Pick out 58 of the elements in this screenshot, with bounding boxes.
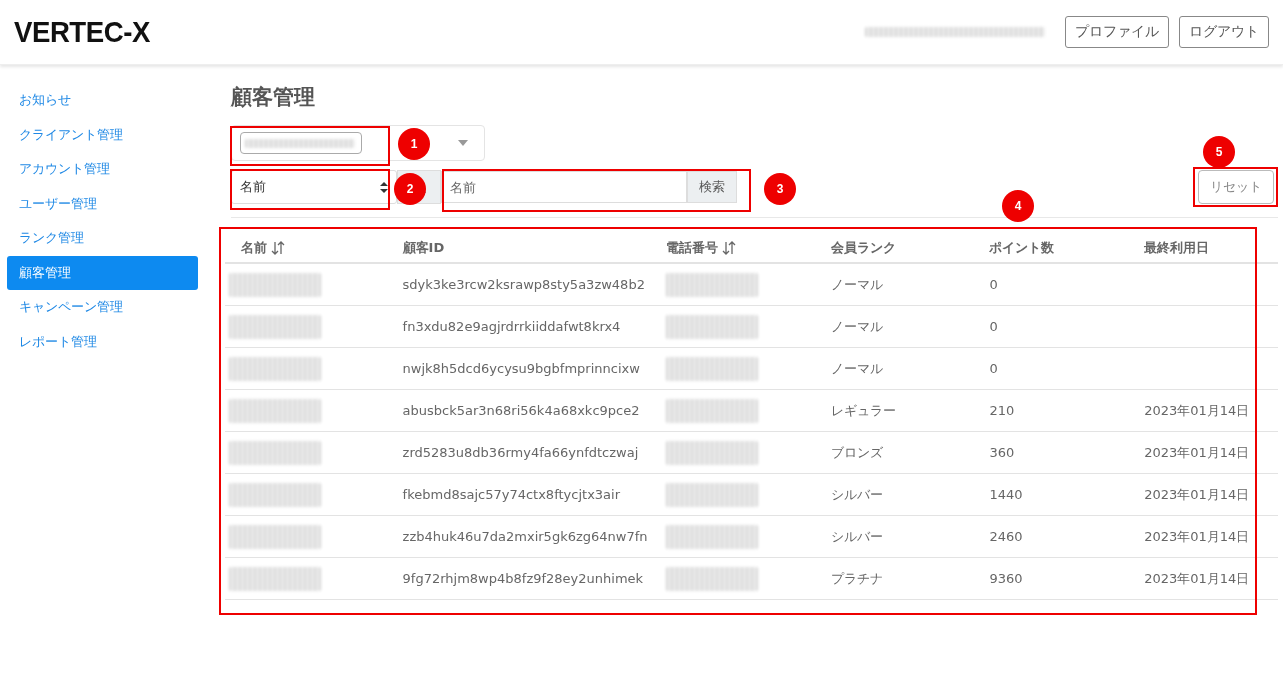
table-cell: zrd5283u8db36rmy4fa66ynfdtczwaj (386, 431, 650, 474)
sidebar-item[interactable]: キャンペーン管理 (7, 290, 198, 325)
reset-button[interactable]: リセット (1198, 170, 1274, 204)
search-button[interactable]: 検索 (687, 171, 737, 203)
table-cell: 360 (973, 431, 1129, 474)
column-header[interactable]: 電話番号 (650, 234, 816, 263)
table-cell: ノーマル (815, 263, 974, 306)
sidebar-item[interactable]: お知らせ (7, 83, 198, 118)
table-cell: 0 (973, 263, 1129, 306)
page-title: 顧客管理 (231, 84, 316, 111)
annotation-number: 5 (1203, 136, 1235, 168)
column-header: ポイント数 (973, 234, 1129, 263)
table-cell: 2023年01月14日 (1128, 389, 1278, 432)
table-cell: sdyk3ke3rcw2ksrawp8sty5a3zw48b2 (386, 263, 650, 306)
column-header[interactable]: 名前 (225, 234, 387, 263)
table-cell: 2023年01月14日 (1128, 473, 1278, 516)
table-cell: 2460 (973, 515, 1129, 558)
table-cell: ブロンズ (815, 431, 974, 474)
table-cell: nwjk8h5dcd6ycysu9bgbfmprinncixw (386, 347, 650, 390)
table-cell: 9fg72rhjm8wp4b8fz9f28ey2unhimek (386, 557, 650, 600)
annotation-number: 3 (764, 173, 796, 205)
table-cell: 9360 (973, 557, 1129, 600)
logo: VERTEC-X (14, 15, 150, 49)
table-cell: 210 (973, 389, 1129, 432)
caret-icon (458, 140, 468, 146)
sidebar-item[interactable]: クライアント管理 (7, 117, 198, 152)
sidebar-item[interactable]: ランク管理 (7, 221, 198, 256)
table-cell: 2023年01月14日 (1128, 515, 1278, 558)
sidebar-item[interactable]: レポート管理 (7, 324, 198, 359)
table-cell: ノーマル (815, 305, 974, 348)
column-header: 最終利用日 (1128, 234, 1278, 263)
table-cell: 2023年01月14日 (1128, 557, 1278, 600)
table-cell: abusbck5ar3n68ri56k4a68xkc9pce2 (386, 389, 650, 432)
table-cell: プラチナ (815, 557, 974, 600)
table-cell: 0 (973, 347, 1129, 390)
annotation-number: 1 (398, 128, 430, 160)
column-header: 会員ランク (815, 234, 974, 263)
sidebar-item[interactable]: ユーザー管理 (7, 186, 198, 221)
table-cell: fkebmd8sajc57y74ctx8ftycjtx3air (386, 473, 650, 516)
sort-icon[interactable] (271, 241, 285, 255)
table-cell: レギュラー (815, 389, 974, 432)
search-field[interactable]: 名前 (441, 171, 687, 203)
header-button[interactable]: プロファイル (1065, 16, 1169, 48)
table-cell: シルバー (815, 473, 974, 516)
table-cell: 2023年01月14日 (1128, 431, 1278, 474)
header-button[interactable]: ログアウト (1179, 16, 1269, 48)
sidebar-item[interactable]: 顧客管理 (7, 255, 198, 290)
table-cell: 1440 (973, 473, 1129, 516)
column-header: 顧客ID (386, 234, 650, 263)
sort-icon[interactable] (722, 241, 736, 255)
table-cell: zzb4huk46u7da2mxir5gk6zg64nw7fn (386, 515, 650, 558)
table-cell: シルバー (815, 515, 974, 558)
sidebar-item[interactable]: アカウント管理 (7, 152, 198, 187)
table-cell: fn3xdu82e9agjrdrrkiiddafwt8krx4 (386, 305, 650, 348)
table-cell: 0 (973, 305, 1129, 348)
table-cell: ノーマル (815, 347, 974, 390)
annotation-number: 4 (1002, 190, 1034, 222)
updown-arrows-icon (380, 181, 388, 193)
